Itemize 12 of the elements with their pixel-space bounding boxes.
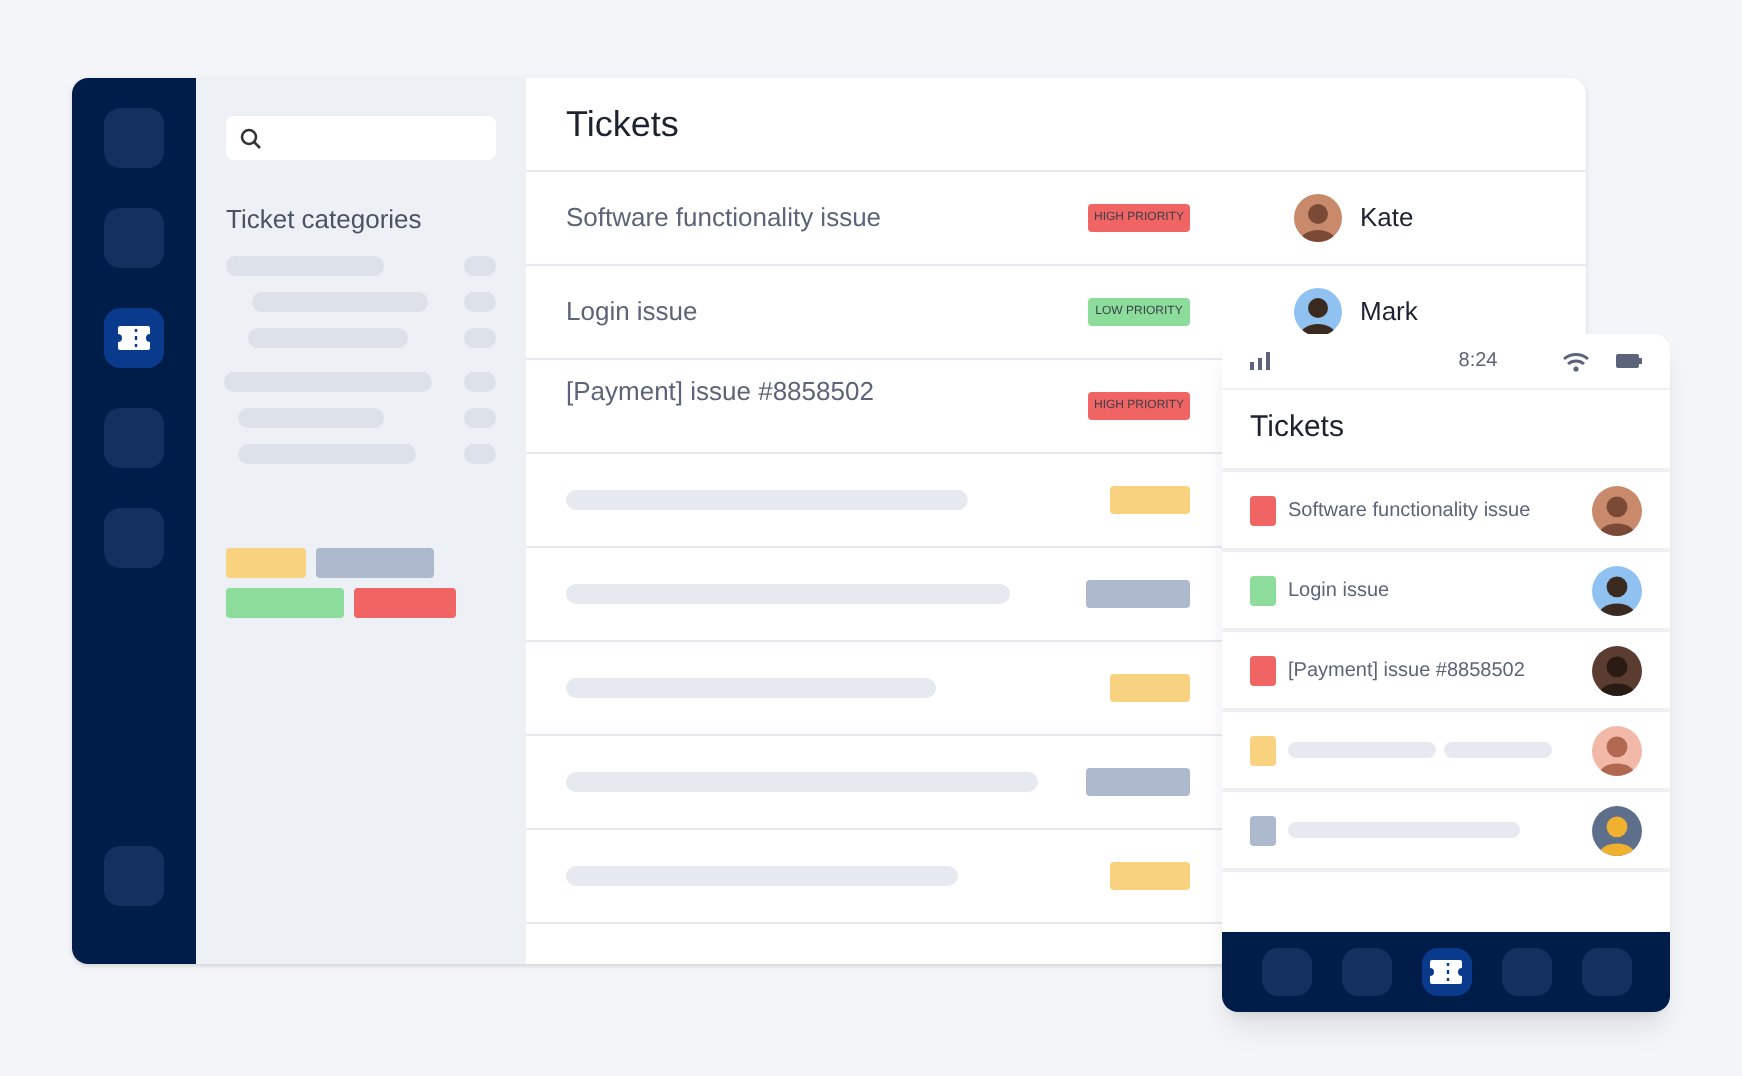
page-title: Tickets (566, 101, 679, 147)
ticket-subject: Login issue (1288, 577, 1390, 605)
sidebar-title: Ticket categories (226, 202, 424, 238)
ticket-subject: Software functionality issue (566, 200, 884, 237)
assignee-name: Kate (1360, 200, 1414, 237)
ticket-subject: Login issue (566, 294, 700, 331)
ticket-subject: Software functionality issue (1288, 497, 1531, 525)
ticket-subject: [Payment] issue #8858502 (566, 374, 876, 411)
status-time: 8:24 (1458, 348, 1498, 376)
page-title: Tickets (1250, 408, 1344, 449)
ticket-subject: [Payment] issue #8858502 (1288, 657, 1525, 685)
assignee-name: Mark (1360, 294, 1418, 331)
